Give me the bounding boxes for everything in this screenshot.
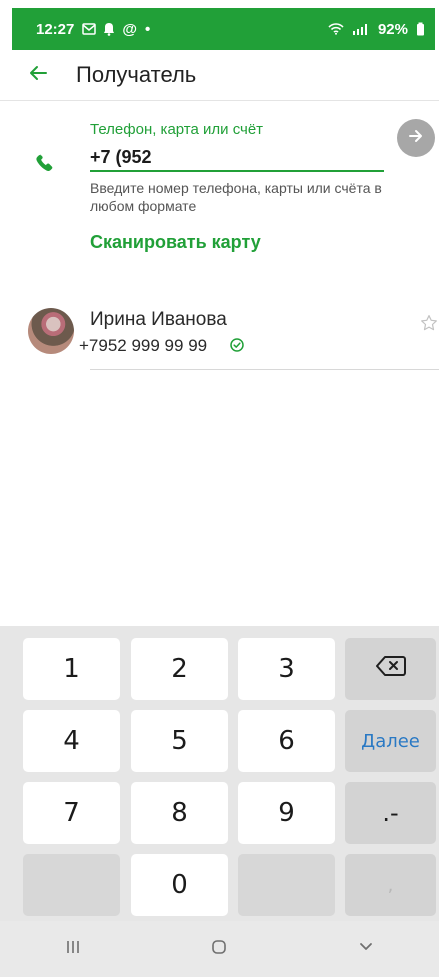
punctuation-key[interactable]: .- (345, 782, 436, 844)
hide-keyboard-button[interactable] (326, 938, 406, 961)
contact-phone: +7952 999 99 99 (79, 336, 208, 355)
status-left-group: 12:27 @ • (36, 21, 150, 38)
signal-icon (352, 23, 370, 35)
key-3[interactable]: 3 (238, 638, 335, 700)
content-spacer (0, 372, 439, 626)
avatar (28, 308, 74, 354)
verified-check-icon (230, 338, 244, 352)
status-time: 12:27 (36, 20, 75, 38)
star-outline-icon[interactable] (420, 314, 438, 332)
battery-icon (416, 22, 425, 36)
key-0[interactable]: 0 (131, 854, 228, 916)
home-icon (210, 939, 228, 960)
recipient-block: Телефон, карта или счёт Введите номер те… (0, 108, 439, 278)
recent-apps-icon (64, 940, 82, 960)
dot-icon: • (145, 20, 151, 38)
backspace-key[interactable] (345, 638, 436, 700)
message-icon (82, 23, 97, 35)
next-key[interactable]: Далее (345, 710, 436, 772)
wifi-icon (328, 23, 344, 35)
at-icon: @ (122, 20, 138, 38)
status-right-group: 92% (328, 21, 425, 38)
backspace-icon (375, 655, 406, 683)
key-9[interactable]: 9 (238, 782, 335, 844)
arrow-right-icon (406, 126, 426, 151)
numeric-keyboard: 1 2 3 4 5 6 Далее 7 8 9 .- 0 , (0, 626, 439, 977)
recipient-hint: Введите номер телефона, карты или счёта … (90, 180, 382, 214)
system-nav-bar (0, 921, 439, 977)
contact-divider (90, 369, 439, 370)
phone-screen: 12:27 @ • 92% Получатель Телефон, карта … (0, 0, 439, 977)
home-button[interactable] (179, 938, 259, 961)
recipient-input[interactable] (90, 144, 384, 172)
key-2[interactable]: 2 (131, 638, 228, 700)
key-8[interactable]: 8 (131, 782, 228, 844)
back-button[interactable] (8, 50, 68, 100)
phone-icon (33, 151, 57, 175)
field-label: Телефон, карта или счёт (90, 121, 264, 138)
scan-card-link[interactable]: Сканировать карту (90, 232, 261, 253)
status-bar: 12:27 @ • 92% (12, 8, 435, 50)
key-5[interactable]: 5 (131, 710, 228, 772)
comma-key[interactable]: , (345, 854, 436, 916)
recent-apps-button[interactable] (33, 938, 113, 961)
contact-name: Ирина Иванова (90, 309, 227, 330)
proceed-button[interactable] (397, 119, 435, 157)
page-title: Получатель (76, 62, 197, 87)
arrow-left-icon (26, 61, 50, 90)
empty-key-left (23, 854, 120, 916)
key-1[interactable]: 1 (23, 638, 120, 700)
key-6[interactable]: 6 (238, 710, 335, 772)
notification-icon (104, 22, 115, 36)
key-4[interactable]: 4 (23, 710, 120, 772)
chevron-down-icon (357, 940, 375, 960)
key-7[interactable]: 7 (23, 782, 120, 844)
battery-level: 92% (377, 20, 408, 38)
contact-list-item[interactable]: Ирина Иванова +7952 999 99 99 (0, 300, 439, 370)
empty-key-right (238, 854, 335, 916)
top-app-bar: Получатель (0, 50, 439, 101)
